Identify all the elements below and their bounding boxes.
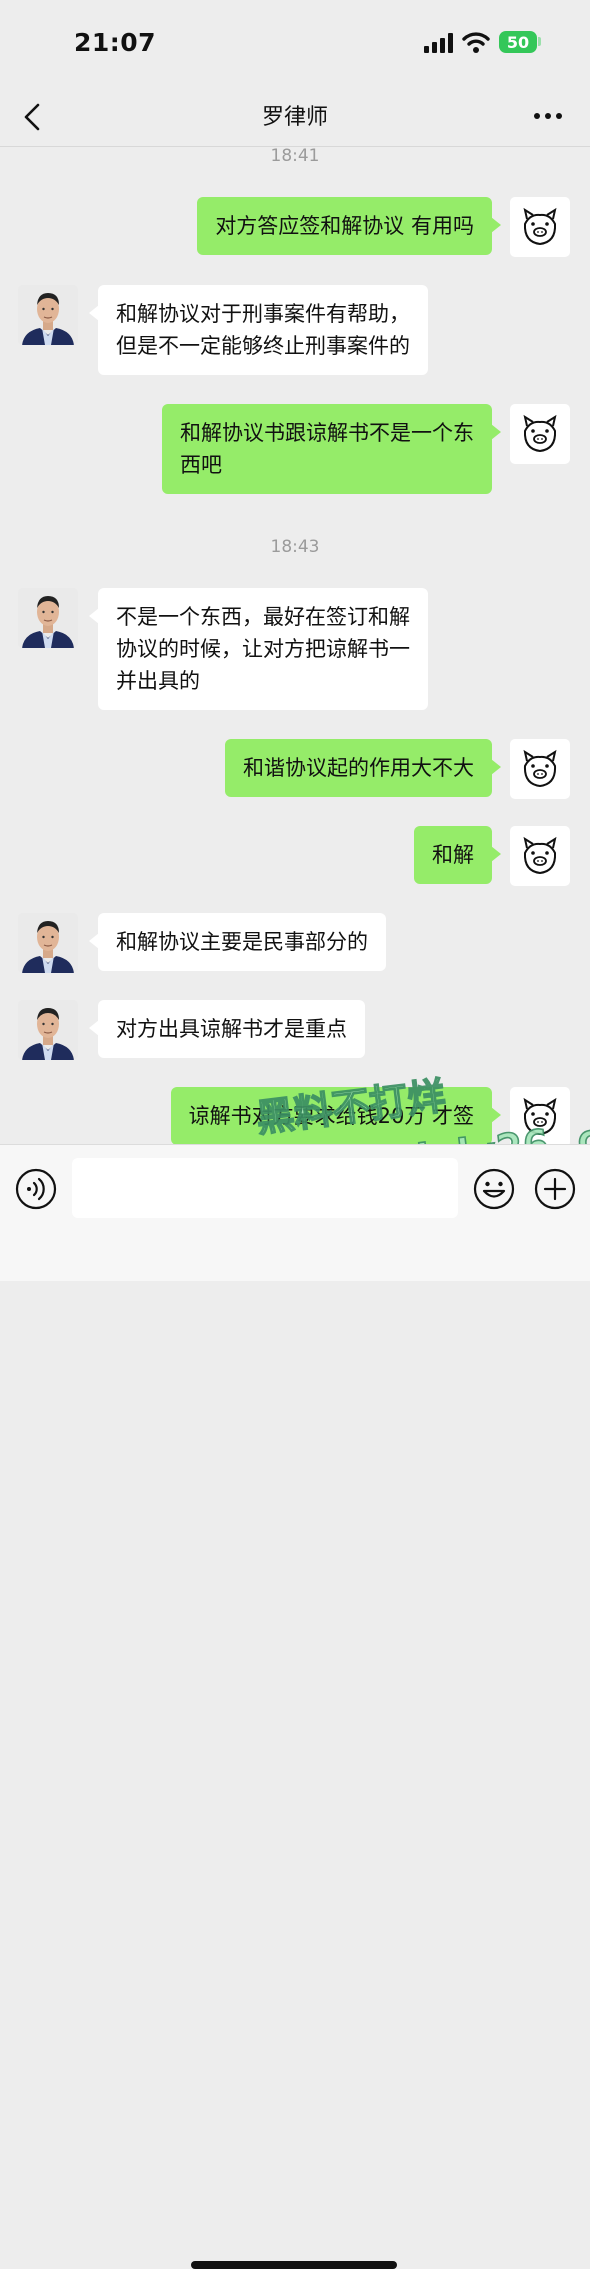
plus-icon[interactable] bbox=[533, 1167, 577, 1211]
battery-level: 50 bbox=[506, 32, 530, 52]
pig-avatar-icon bbox=[523, 749, 557, 788]
person-avatar-icon bbox=[18, 1000, 78, 1060]
pig-avatar-icon bbox=[523, 1097, 557, 1136]
self-avatar[interactable] bbox=[510, 197, 570, 257]
status-time: 21:07 bbox=[74, 28, 157, 57]
emoji-icon[interactable] bbox=[472, 1167, 516, 1211]
self-avatar[interactable] bbox=[510, 826, 570, 886]
battery-indicator: 50 bbox=[499, 31, 537, 53]
lawyer-avatar[interactable] bbox=[18, 1000, 78, 1060]
self-avatar[interactable] bbox=[510, 1087, 570, 1144]
more-icon[interactable] bbox=[530, 102, 566, 130]
message-bubble-incoming[interactable]: 和解协议对于刑事案件有帮助， 但是不一定能够终止刑事案件的 bbox=[89, 285, 428, 375]
message-bubble-outgoing[interactable]: 和谐协议起的作用大不大 bbox=[225, 739, 501, 797]
input-bar bbox=[0, 1144, 590, 2269]
message-bubble-outgoing[interactable]: 对方答应签和解协议 有用吗 bbox=[197, 197, 501, 255]
message-bubble-incoming[interactable]: 对方出具谅解书才是重点 bbox=[89, 1000, 365, 1058]
lawyer-avatar[interactable] bbox=[18, 588, 78, 648]
message-bubble-outgoing[interactable]: 和解协议书跟谅解书不是一个东 西吧 bbox=[162, 404, 501, 494]
timestamp: 18:41 bbox=[270, 146, 320, 166]
self-avatar[interactable] bbox=[510, 739, 570, 799]
cellular-signal-icon bbox=[424, 33, 453, 53]
person-avatar-icon bbox=[18, 913, 78, 973]
self-avatar[interactable] bbox=[510, 404, 570, 464]
message-input[interactable] bbox=[72, 1158, 458, 1218]
wifi-icon bbox=[462, 32, 490, 53]
person-avatar-icon bbox=[18, 285, 78, 345]
lawyer-avatar[interactable] bbox=[18, 285, 78, 345]
chat-message-list[interactable]: 18:41 对方答应签和解协议 有用吗 和解协议对于刑事案件有帮助， 但是不一定… bbox=[0, 146, 590, 1144]
chat-header: 罗律师 bbox=[0, 88, 590, 147]
message-bubble-outgoing[interactable]: 和解 bbox=[414, 826, 501, 884]
message-bubble-incoming[interactable]: 不是一个东西，最好在签订和解 协议的时候，让对方把谅解书一 并出具的 bbox=[89, 588, 428, 710]
timestamp: 18:43 bbox=[270, 537, 320, 557]
home-indicator[interactable] bbox=[191, 2261, 397, 2269]
message-bubble-outgoing[interactable]: 谅解书对方要求给钱20万 才签 bbox=[170, 1087, 502, 1144]
pig-avatar-icon bbox=[523, 414, 557, 453]
person-avatar-icon bbox=[18, 588, 78, 648]
pig-avatar-icon bbox=[523, 836, 557, 875]
voice-icon[interactable] bbox=[14, 1167, 58, 1211]
chat-title: 罗律师 bbox=[261, 105, 328, 130]
pig-avatar-icon bbox=[523, 207, 557, 246]
battery-tip bbox=[538, 37, 541, 46]
lawyer-avatar[interactable] bbox=[18, 913, 78, 973]
status-bar: 21:07 50 bbox=[0, 0, 590, 88]
message-bubble-incoming[interactable]: 和解协议主要是民事部分的 bbox=[89, 913, 386, 971]
